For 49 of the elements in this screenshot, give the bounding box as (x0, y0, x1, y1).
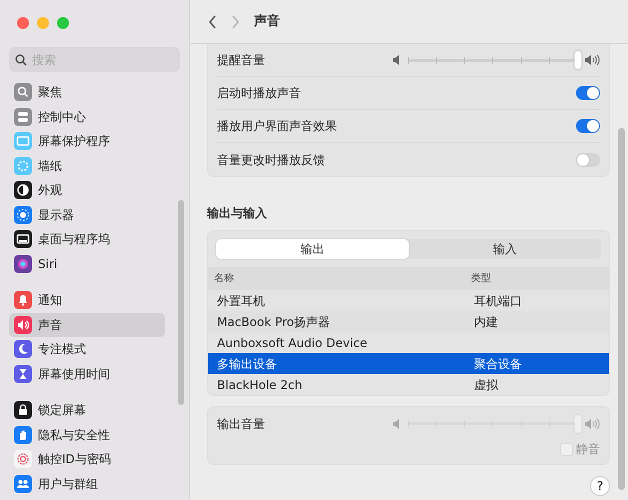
setting-label: 音量更改时播放反馈 (217, 152, 325, 168)
sidebar-item[interactable]: 显示器 (9, 202, 165, 227)
sidebar-item[interactable]: 屏幕使用时间 (9, 362, 165, 386)
setting-label: 播放用户界面声音效果 (217, 118, 337, 135)
sidebar-item[interactable]: 触控ID与密码 (9, 447, 165, 472)
column-header: 名称 (214, 272, 235, 286)
sidebar-item[interactable]: 通知 (9, 288, 165, 312)
setting-label: 输出音量 (217, 416, 265, 432)
zoom-button[interactable] (57, 17, 69, 29)
device-row[interactable]: BlackHole 2ch 虚拟 (208, 374, 609, 395)
volume-high-icon (584, 418, 600, 430)
device-row[interactable]: Aunboxsoft Audio Device (208, 332, 609, 353)
sidebar-item[interactable]: 用户与群组 (9, 472, 165, 496)
setting-label: 启动时播放声音 (217, 85, 301, 102)
close-button[interactable] (17, 17, 29, 29)
forward-icon[interactable] (231, 14, 240, 28)
toggle-switch[interactable] (576, 119, 600, 133)
back-icon[interactable] (208, 14, 217, 28)
help-button[interactable]: ? (590, 476, 610, 496)
device-row[interactable]: 多输出设备 聚合设备 (208, 353, 609, 374)
minimize-button[interactable] (37, 17, 49, 29)
sidebar-item[interactable]: 屏幕保护程序 (9, 129, 165, 154)
setting-label: 提醒音量 (217, 52, 265, 69)
scrollbar-thumb[interactable] (178, 200, 184, 405)
volume-low-icon (392, 418, 402, 430)
sidebar-item[interactable]: 聚焦 (9, 80, 165, 104)
segment-tab[interactable]: 输出 (216, 239, 408, 259)
search-icon (15, 54, 27, 66)
sidebar-item[interactable]: 外观 (9, 178, 165, 202)
column-header: 类型 (471, 272, 491, 286)
device-row[interactable]: 外置耳机 耳机端口 (208, 290, 609, 311)
section-heading: 输出与输入 (207, 205, 268, 222)
sidebar-item[interactable]: Siri (9, 252, 165, 276)
sidebar-item[interactable]: 墙纸 (9, 154, 165, 178)
window-title: 声音 (254, 12, 280, 31)
sidebar-item[interactable]: 专注模式 (9, 337, 165, 362)
toggle-switch[interactable] (576, 152, 600, 166)
toggle-switch[interactable] (576, 86, 600, 100)
scrollbar-thumb[interactable] (618, 128, 625, 490)
sidebar-item[interactable]: 桌面与程序坞 (9, 227, 165, 252)
sidebar-item[interactable]: 锁定屏幕 (9, 398, 165, 422)
device-row[interactable]: MacBook Pro扬声器 内建 (208, 311, 609, 332)
volume-high-icon (584, 54, 600, 66)
sidebar-item[interactable]: 声音 (9, 312, 165, 337)
slider-thumb[interactable] (574, 51, 582, 69)
sidebar-item[interactable]: 隐私与安全性 (9, 422, 165, 447)
segment-tab[interactable]: 输入 (408, 239, 601, 259)
volume-low-icon (392, 54, 402, 66)
sidebar-item[interactable]: 控制中心 (9, 104, 165, 129)
